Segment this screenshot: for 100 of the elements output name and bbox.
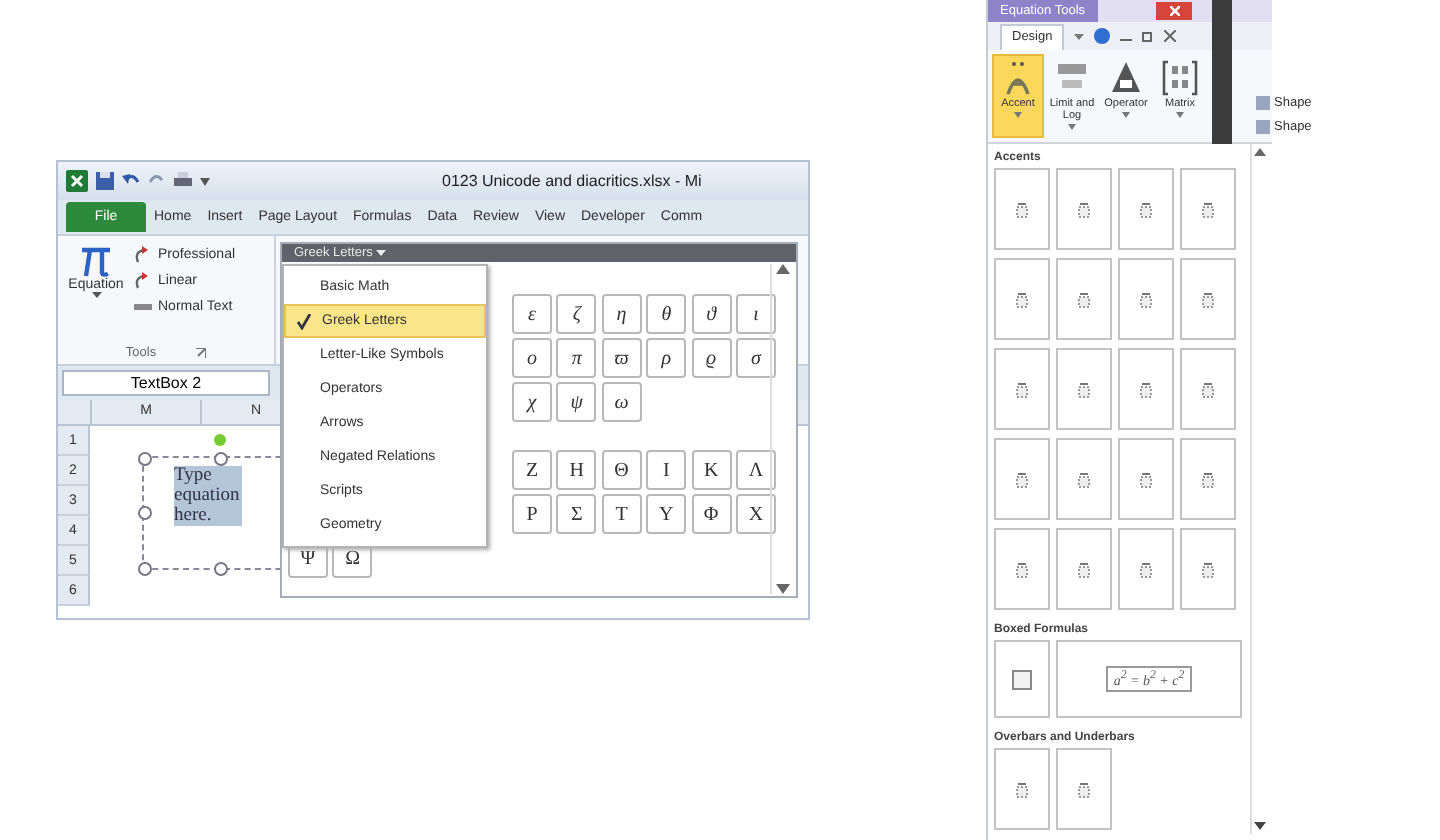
spreadsheet-app-icon[interactable]: [66, 170, 88, 192]
caret-icon: [1122, 112, 1130, 118]
caret-icon[interactable]: [1074, 33, 1085, 39]
dotted-box-icon: [1140, 201, 1152, 217]
close-button[interactable]: [1156, 2, 1192, 20]
dotted-box-icon: [1202, 291, 1214, 307]
caret-icon: [1068, 124, 1076, 130]
symbol-button[interactable]: Θ: [601, 450, 642, 490]
scrollbar[interactable]: [1250, 144, 1268, 834]
symbol-button[interactable]: Σ: [556, 494, 597, 534]
dotted-box-icon: [1078, 561, 1090, 577]
template-tile[interactable]: [994, 640, 1050, 718]
resize-handle[interactable]: [138, 506, 152, 520]
dotted-box-icon: [1140, 381, 1152, 397]
name-box[interactable]: TextBox 2: [62, 370, 270, 396]
resize-handle[interactable]: [138, 562, 152, 576]
dialog-launcher-icon[interactable]: [196, 348, 207, 358]
save-icon[interactable]: [96, 172, 114, 190]
template-tile[interactable]: [1118, 168, 1174, 250]
caret-icon: [1014, 112, 1022, 118]
dotted-box-icon: [1202, 561, 1214, 577]
dropdown-caret-icon[interactable]: [200, 177, 210, 185]
symbol-button[interactable]: Ι: [646, 450, 687, 490]
resize-handle[interactable]: [214, 562, 228, 576]
symbol-button[interactable]: σ: [735, 338, 776, 378]
symbol-button[interactable]: Λ: [735, 450, 776, 490]
symbol-button[interactable]: Φ: [691, 494, 732, 534]
template-tile[interactable]: [1056, 528, 1112, 610]
dotted-box-icon: [1016, 201, 1028, 217]
symbol-button[interactable]: Χ: [735, 494, 776, 534]
caret-icon: [91, 292, 101, 298]
template-tile[interactable]: [994, 748, 1050, 830]
template-tile[interactable]: [1180, 168, 1236, 250]
template-tile[interactable]: [1056, 348, 1112, 430]
template-tile[interactable]: [994, 168, 1050, 250]
restore-icon[interactable]: [1142, 30, 1155, 42]
dotted-box-icon: [1016, 471, 1028, 487]
dotted-box-icon: [1202, 471, 1214, 487]
template-tile[interactable]: [1118, 258, 1174, 340]
template-tile[interactable]: [1118, 438, 1174, 520]
template-tile[interactable]: [994, 258, 1050, 340]
scrollbar[interactable]: [770, 264, 794, 594]
template-tile[interactable]: [1056, 438, 1112, 520]
template-tile[interactable]: [1056, 258, 1112, 340]
symbol-button[interactable]: Ρ: [512, 494, 552, 534]
symbol-button[interactable]: Η: [556, 450, 597, 490]
template-tile[interactable]: [1180, 528, 1236, 610]
symbol-button[interactable]: ι: [735, 294, 776, 334]
equation-placeholder[interactable]: Type equation here.: [174, 466, 242, 526]
scroll-up-icon[interactable]: [1254, 148, 1266, 156]
symbol-button[interactable]: ω: [601, 382, 642, 422]
symbol-button[interactable]: Κ: [691, 450, 732, 490]
template-tile[interactable]: [1180, 348, 1236, 430]
close-icon[interactable]: [1164, 30, 1177, 42]
template-tile[interactable]: [1180, 258, 1236, 340]
template-tile[interactable]: [1056, 168, 1112, 250]
window-frame: [1212, 0, 1232, 144]
dotted-box-icon: [1016, 781, 1028, 797]
dotted-box-icon: [1140, 561, 1152, 577]
resize-handle[interactable]: [138, 452, 152, 466]
dotted-box-icon: [1016, 381, 1028, 397]
matrix-brackets-icon: [1162, 58, 1198, 96]
symbol-button[interactable]: ϱ: [691, 338, 732, 378]
template-tile[interactable]: [1180, 438, 1236, 520]
symbol-button[interactable]: ϑ: [691, 294, 732, 334]
template-tile[interactable]: [1118, 348, 1174, 430]
scroll-down-icon[interactable]: [1254, 822, 1266, 830]
symbol-button[interactable]: ο: [512, 338, 552, 378]
caret-icon: [376, 250, 387, 256]
symbol-button[interactable]: ψ: [556, 382, 597, 422]
template-tile[interactable]: [1056, 748, 1112, 830]
caret-icon: [1176, 112, 1184, 118]
resize-handle[interactable]: [214, 452, 228, 466]
symbol-button[interactable]: χ: [512, 382, 552, 422]
rotation-handle[interactable]: [214, 434, 226, 446]
symbol-button[interactable]: π: [556, 338, 597, 378]
template-tile[interactable]: [994, 348, 1050, 430]
symbol-button[interactable]: Υ: [646, 494, 687, 534]
checkmark-icon: [296, 313, 312, 329]
symbol-button[interactable]: ε: [512, 294, 552, 334]
dotted-box-icon: [1140, 291, 1152, 307]
close-icon: [1169, 6, 1179, 16]
symbol-button[interactable]: θ: [646, 294, 687, 334]
symbol-button[interactable]: ζ: [556, 294, 597, 334]
dotted-box-icon: [1202, 201, 1214, 217]
template-tile[interactable]: [994, 528, 1050, 610]
symbol-button[interactable]: Τ: [601, 494, 642, 534]
symbol-button[interactable]: ρ: [646, 338, 687, 378]
window-title: 0123 Unicode and diacritics.xlsx - Mi: [442, 172, 702, 190]
pi-icon: [80, 242, 112, 278]
symbol-button[interactable]: Ζ: [512, 450, 552, 490]
template-tile[interactable]: [1118, 528, 1174, 610]
dotted-box-icon: [1140, 471, 1152, 487]
dotted-box-icon: [1016, 561, 1028, 577]
printer-icon[interactable]: [174, 172, 192, 190]
symbol-button[interactable]: η: [601, 294, 642, 334]
scroll-down-icon[interactable]: [776, 584, 790, 594]
help-icon[interactable]: [1094, 28, 1111, 44]
template-tile[interactable]: [994, 438, 1050, 520]
symbol-button[interactable]: ϖ: [601, 338, 642, 378]
